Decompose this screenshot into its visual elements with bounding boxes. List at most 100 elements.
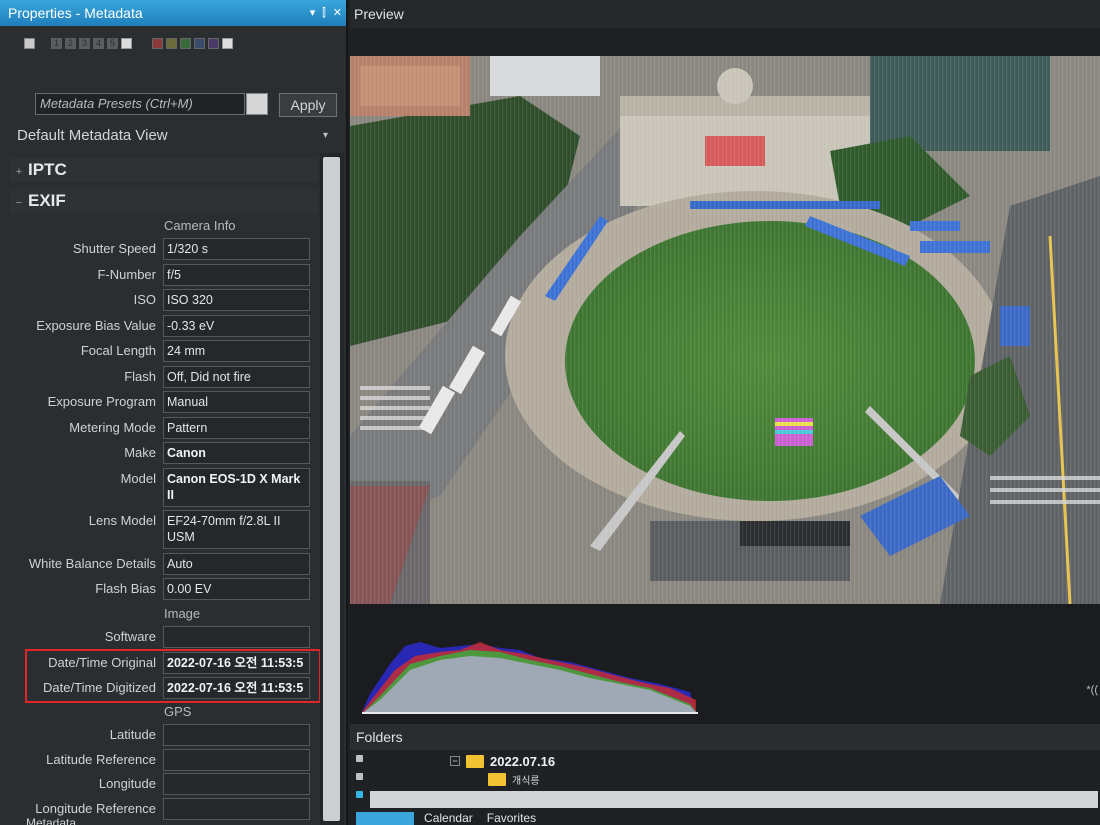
rating-label-toolbar: 1 2 3 4 5	[24, 38, 233, 49]
metadata-field-label: F-Number	[97, 266, 156, 282]
rating-4-button[interactable]: 4	[93, 38, 104, 49]
tab-calendar[interactable]: Calendar	[420, 812, 477, 825]
metadata-field-label: Longitude Reference	[35, 800, 156, 816]
folder-marker-icon	[356, 773, 363, 780]
section-iptc[interactable]: + IPTC	[10, 158, 318, 182]
app-window: Properties - Metadata ▾ ⫿ ✕ 1 2 3 4 5 Me…	[0, 0, 1100, 825]
metadata-bottom-tab[interactable]: Metadata	[26, 816, 76, 825]
metadata-field-label: Focal Length	[80, 343, 156, 358]
collapse-minus-icon[interactable]: −	[450, 756, 460, 766]
panel-dock-pin-icon[interactable]: ⫿	[322, 0, 326, 26]
metadata-field-value[interactable]: Canon	[163, 442, 310, 464]
metadata-field-label: Software	[104, 629, 156, 644]
tab-favorites[interactable]: Favorites	[483, 812, 540, 825]
metadata-field-value[interactable]: f/5	[163, 263, 310, 286]
panel-menu-chevron-icon[interactable]: ▾	[310, 0, 316, 26]
properties-panel: Properties - Metadata ▾ ⫿ ✕ 1 2 3 4 5 Me…	[0, 0, 348, 825]
metadata-field-value[interactable]: Pattern	[163, 416, 310, 439]
metadata-field-value[interactable]: EF24-70mm f/2.8L II USM	[163, 510, 310, 549]
color-label-blue[interactable]	[194, 38, 205, 49]
section-iptc-label: IPTC	[28, 160, 67, 179]
histogram-panel: *((	[350, 604, 1100, 724]
metadata-field-label: White Balance Details	[28, 555, 156, 571]
preview-image	[350, 56, 1100, 604]
metadata-field-label: Latitude	[109, 727, 156, 742]
clear-color-label-icon[interactable]	[222, 38, 233, 49]
collapse-minus-icon: −	[15, 197, 23, 209]
properties-title-text: Properties - Metadata	[8, 5, 143, 21]
metadata-field-value[interactable]	[163, 797, 310, 820]
scrollbar-thumb[interactable]	[323, 157, 340, 821]
metadata-field-label: Date/Time Digitized	[43, 680, 156, 695]
metadata-view-label: Default Metadata View	[17, 127, 168, 144]
folder-item-label: 2022.07.16	[490, 753, 556, 769]
folders-horizontal-scrollbar[interactable]	[370, 791, 1098, 808]
clear-rating-checkbox[interactable]	[24, 38, 35, 49]
metadata-field-label: Metering Mode	[69, 419, 156, 435]
metadata-field-value[interactable]: 0.00 EV	[163, 578, 310, 600]
camera-info-header: Camera Info	[164, 218, 236, 233]
metadata-presets-input[interactable]: Metadata Presets (Ctrl+M)	[35, 93, 245, 115]
metadata-field-value[interactable]: 2022-07-16 오전 11:53:5	[163, 651, 310, 674]
metadata-field-value[interactable]: 24 mm	[163, 340, 310, 362]
metadata-field-label: Make	[124, 445, 156, 460]
folder-tree: − 2022.07.16 개식릉	[450, 752, 555, 788]
properties-scrollbar[interactable]	[320, 153, 344, 825]
properties-panel-title: Properties - Metadata ▾ ⫿ ✕	[0, 0, 346, 26]
color-label-yellow[interactable]	[166, 38, 177, 49]
clear-rating-icon[interactable]	[121, 38, 132, 49]
rating-5-button[interactable]: 5	[107, 38, 118, 49]
histogram-side-label: *((	[1086, 684, 1098, 696]
rating-3-button[interactable]: 3	[79, 38, 90, 49]
panel-window-controls: ▾ ⫿ ✕	[310, 0, 342, 26]
metadata-field-value[interactable]: Manual	[163, 391, 310, 413]
section-exif[interactable]: − EXIF	[10, 189, 318, 213]
expand-plus-icon: +	[15, 166, 23, 178]
metadata-field-label: Exposure Bias Value	[36, 317, 156, 333]
rating-1-button[interactable]: 1	[51, 38, 62, 49]
metadata-field-value[interactable]: Off, Did not fire	[163, 365, 310, 388]
metadata-field-value[interactable]	[163, 773, 310, 795]
presets-dropdown-button[interactable]	[246, 93, 268, 115]
metadata-field-label: ISO	[133, 292, 156, 307]
folder-icon	[488, 772, 506, 786]
color-label-green[interactable]	[180, 38, 191, 49]
metadata-field-value[interactable]	[163, 724, 310, 746]
preview-panel-title: Preview	[350, 0, 1100, 28]
folders-panel: − 2022.07.16 개식릉	[350, 750, 1100, 812]
rating-2-button[interactable]: 2	[65, 38, 76, 49]
metadata-field-label: Flash	[124, 368, 156, 384]
metadata-field-value[interactable]	[163, 626, 310, 648]
folders-panel-title: Folders	[350, 724, 1100, 750]
metadata-field-label: Flash Bias	[95, 581, 156, 596]
metadata-field-label: Lens Model	[88, 513, 156, 528]
metadata-field-label: Exposure Program	[47, 394, 156, 409]
folder-item-subfolder[interactable]: 개식릉	[450, 770, 555, 788]
metadata-field-label: Date/Time Original	[48, 654, 156, 670]
metadata-view-selector[interactable]: Default Metadata View ▾	[10, 124, 336, 148]
folder-marker-icon	[356, 791, 363, 798]
folder-marker-icon	[356, 755, 363, 762]
histogram-chart	[362, 642, 698, 714]
apply-button[interactable]: Apply	[279, 93, 337, 117]
metadata-field-value[interactable]: 1/320 s	[163, 238, 310, 260]
metadata-field-label: Latitude Reference	[46, 751, 156, 767]
tab-metadata[interactable]: Metadata	[356, 812, 415, 825]
image-header: Image	[164, 606, 201, 621]
metadata-field-value[interactable]: -0.33 eV	[163, 314, 310, 337]
folder-markers	[356, 755, 363, 809]
panel-close-icon[interactable]: ✕	[333, 0, 342, 26]
section-exif-label: EXIF	[28, 191, 66, 210]
color-label-red[interactable]	[152, 38, 163, 49]
metadata-field-value[interactable]	[163, 748, 310, 771]
metadata-field-value[interactable]: Canon EOS-1D X Mark II	[163, 467, 310, 507]
metadata-field-label: Shutter Speed	[72, 241, 156, 256]
gps-header: GPS	[164, 704, 192, 719]
folder-item-2022-07-16[interactable]: − 2022.07.16	[450, 752, 555, 770]
color-label-purple[interactable]	[208, 38, 219, 49]
metadata-field-value[interactable]: Auto	[163, 552, 310, 575]
folder-icon	[466, 754, 484, 768]
metadata-field-value[interactable]: ISO 320	[163, 289, 310, 311]
folder-tabs: Metadata Calendar Favorites	[356, 812, 540, 825]
metadata-field-value[interactable]: 2022-07-16 오전 11:53:5	[163, 677, 310, 699]
